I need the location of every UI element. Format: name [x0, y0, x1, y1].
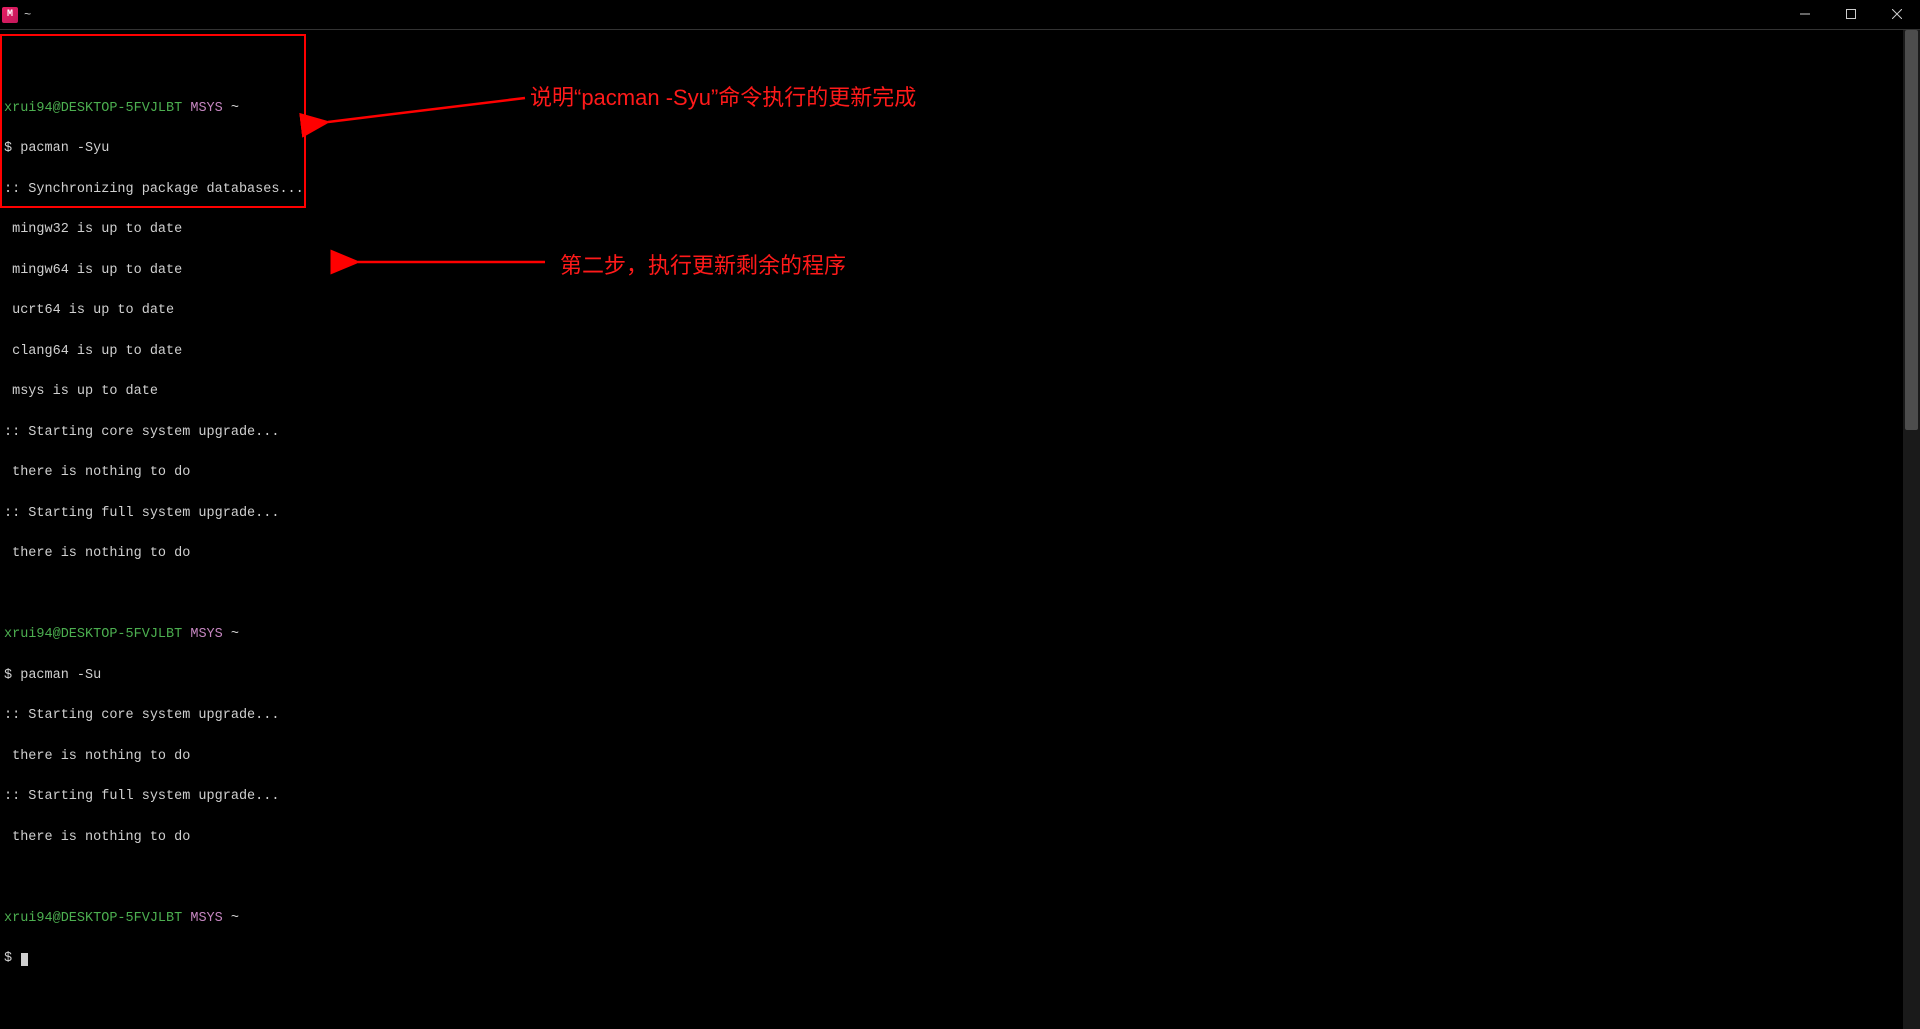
prompt-user: xrui94@DESKTOP-5FVJLBT: [4, 101, 182, 116]
command-line: $: [4, 952, 1902, 966]
output-line: there is nothing to do: [4, 466, 1902, 480]
prompt-symbol: $: [4, 668, 12, 683]
terminal-blank-line: [4, 871, 1902, 885]
prompt-env: MSYS: [190, 911, 222, 926]
command-line: $ pacman -Su: [4, 669, 1902, 683]
prompt-user: xrui94@DESKTOP-5FVJLBT: [4, 627, 182, 642]
maximize-button[interactable]: [1828, 0, 1874, 29]
window-controls: [1782, 0, 1920, 29]
output-line: there is nothing to do: [4, 831, 1902, 845]
prompt-symbol: $: [4, 141, 12, 156]
output-line: msys is up to date: [4, 385, 1902, 399]
prompt-user: xrui94@DESKTOP-5FVJLBT: [4, 911, 182, 926]
prompt-env: MSYS: [190, 101, 222, 116]
output-line: ucrt64 is up to date: [4, 304, 1902, 318]
maximize-icon: [1846, 6, 1856, 24]
prompt-line: xrui94@DESKTOP-5FVJLBT MSYS ~: [4, 102, 1902, 116]
command-text: pacman -Su: [20, 668, 101, 683]
close-icon: [1892, 6, 1902, 24]
terminal-area[interactable]: xrui94@DESKTOP-5FVJLBT MSYS ~ $ pacman -…: [0, 30, 1920, 1029]
prompt-symbol: $: [4, 951, 12, 966]
output-line: :: Starting core system upgrade...: [4, 426, 1902, 440]
prompt-line: xrui94@DESKTOP-5FVJLBT MSYS ~: [4, 912, 1902, 926]
output-line: mingw32 is up to date: [4, 223, 1902, 237]
scrollbar-thumb[interactable]: [1905, 30, 1918, 430]
output-line: there is nothing to do: [4, 547, 1902, 561]
app-icon: M: [2, 7, 18, 23]
command-line: $ pacman -Syu: [4, 142, 1902, 156]
output-line: :: Starting full system upgrade...: [4, 790, 1902, 804]
close-button[interactable]: [1874, 0, 1920, 29]
output-line: :: Synchronizing package databases...: [4, 183, 1902, 197]
terminal-blank-line: [4, 588, 1902, 602]
prompt-line: xrui94@DESKTOP-5FVJLBT MSYS ~: [4, 628, 1902, 642]
terminal-content: xrui94@DESKTOP-5FVJLBT MSYS ~ $ pacman -…: [4, 34, 1902, 1029]
prompt-path: ~: [231, 911, 239, 926]
prompt-path: ~: [231, 627, 239, 642]
output-line: mingw64 is up to date: [4, 264, 1902, 278]
command-text: pacman -Syu: [20, 141, 109, 156]
prompt-path: ~: [231, 101, 239, 116]
terminal-blank-line: [4, 61, 1902, 75]
minimize-icon: [1800, 6, 1810, 24]
titlebar: M ~: [0, 0, 1920, 30]
output-line: :: Starting core system upgrade...: [4, 709, 1902, 723]
output-line: there is nothing to do: [4, 750, 1902, 764]
output-line: :: Starting full system upgrade...: [4, 507, 1902, 521]
minimize-button[interactable]: [1782, 0, 1828, 29]
output-line: clang64 is up to date: [4, 345, 1902, 359]
window-title: ~: [24, 8, 31, 22]
scrollbar-vertical[interactable]: [1903, 30, 1920, 1029]
prompt-env: MSYS: [190, 627, 222, 642]
cursor: [21, 953, 28, 966]
titlebar-left: M ~: [0, 0, 31, 29]
